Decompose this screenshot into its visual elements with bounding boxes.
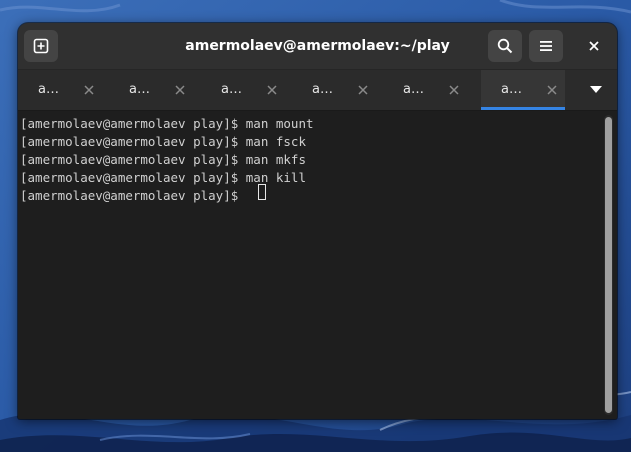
terminal-output[interactable]: [amermolaev@amermolaev play]$ man mount …: [18, 111, 617, 419]
tab-bar: a… a… a… a… a… a…: [18, 70, 617, 111]
tab-close-icon[interactable]: [356, 83, 370, 97]
main-menu-button[interactable]: [529, 30, 563, 62]
window-title: amermolaev@amermolaev:~/play: [185, 38, 450, 54]
tab-2[interactable]: a…: [109, 70, 193, 110]
tab-label: a…: [129, 82, 150, 97]
tab-close-icon[interactable]: [447, 83, 461, 97]
tab-4[interactable]: a…: [292, 70, 376, 110]
search-icon: [497, 38, 513, 54]
tab-label: a…: [403, 82, 424, 97]
tab-label: a…: [501, 82, 522, 97]
text-cursor: [258, 184, 266, 200]
close-window-button[interactable]: [576, 30, 612, 62]
vertical-scrollbar[interactable]: [604, 115, 613, 415]
terminal-line: [amermolaev@amermolaev play]$ man mount: [20, 116, 314, 131]
tab-close-icon[interactable]: [173, 83, 187, 97]
chevron-down-icon: [590, 86, 602, 93]
tab-close-icon[interactable]: [265, 83, 279, 97]
terminal-window: amermolaev@amermolaev:~/play a… a… a… a……: [18, 23, 617, 419]
tab-label: a…: [38, 82, 59, 97]
tab-6-active[interactable]: a…: [481, 70, 565, 110]
search-button[interactable]: [488, 30, 522, 62]
tab-overflow-button[interactable]: [584, 78, 608, 102]
tab-1[interactable]: a…: [18, 70, 102, 110]
tab-close-icon[interactable]: [82, 83, 96, 97]
terminal-line: [amermolaev@amermolaev play]$ man mkfs: [20, 152, 306, 167]
hamburger-menu-icon: [540, 41, 552, 51]
close-icon: [589, 41, 599, 51]
terminal-prompt-line: [amermolaev@amermolaev play]$: [20, 188, 246, 203]
new-tab-button[interactable]: [24, 30, 58, 62]
tab-label: a…: [312, 82, 333, 97]
terminal-line: [amermolaev@amermolaev play]$ man fsck: [20, 134, 306, 149]
scrollbar-thumb[interactable]: [605, 117, 612, 413]
header-bar: amermolaev@amermolaev:~/play: [18, 23, 617, 70]
tab-close-icon[interactable]: [545, 83, 559, 97]
tab-3[interactable]: a…: [201, 70, 285, 110]
tab-label: a…: [221, 82, 242, 97]
new-tab-icon: [33, 38, 49, 54]
tab-5[interactable]: a…: [383, 70, 467, 110]
